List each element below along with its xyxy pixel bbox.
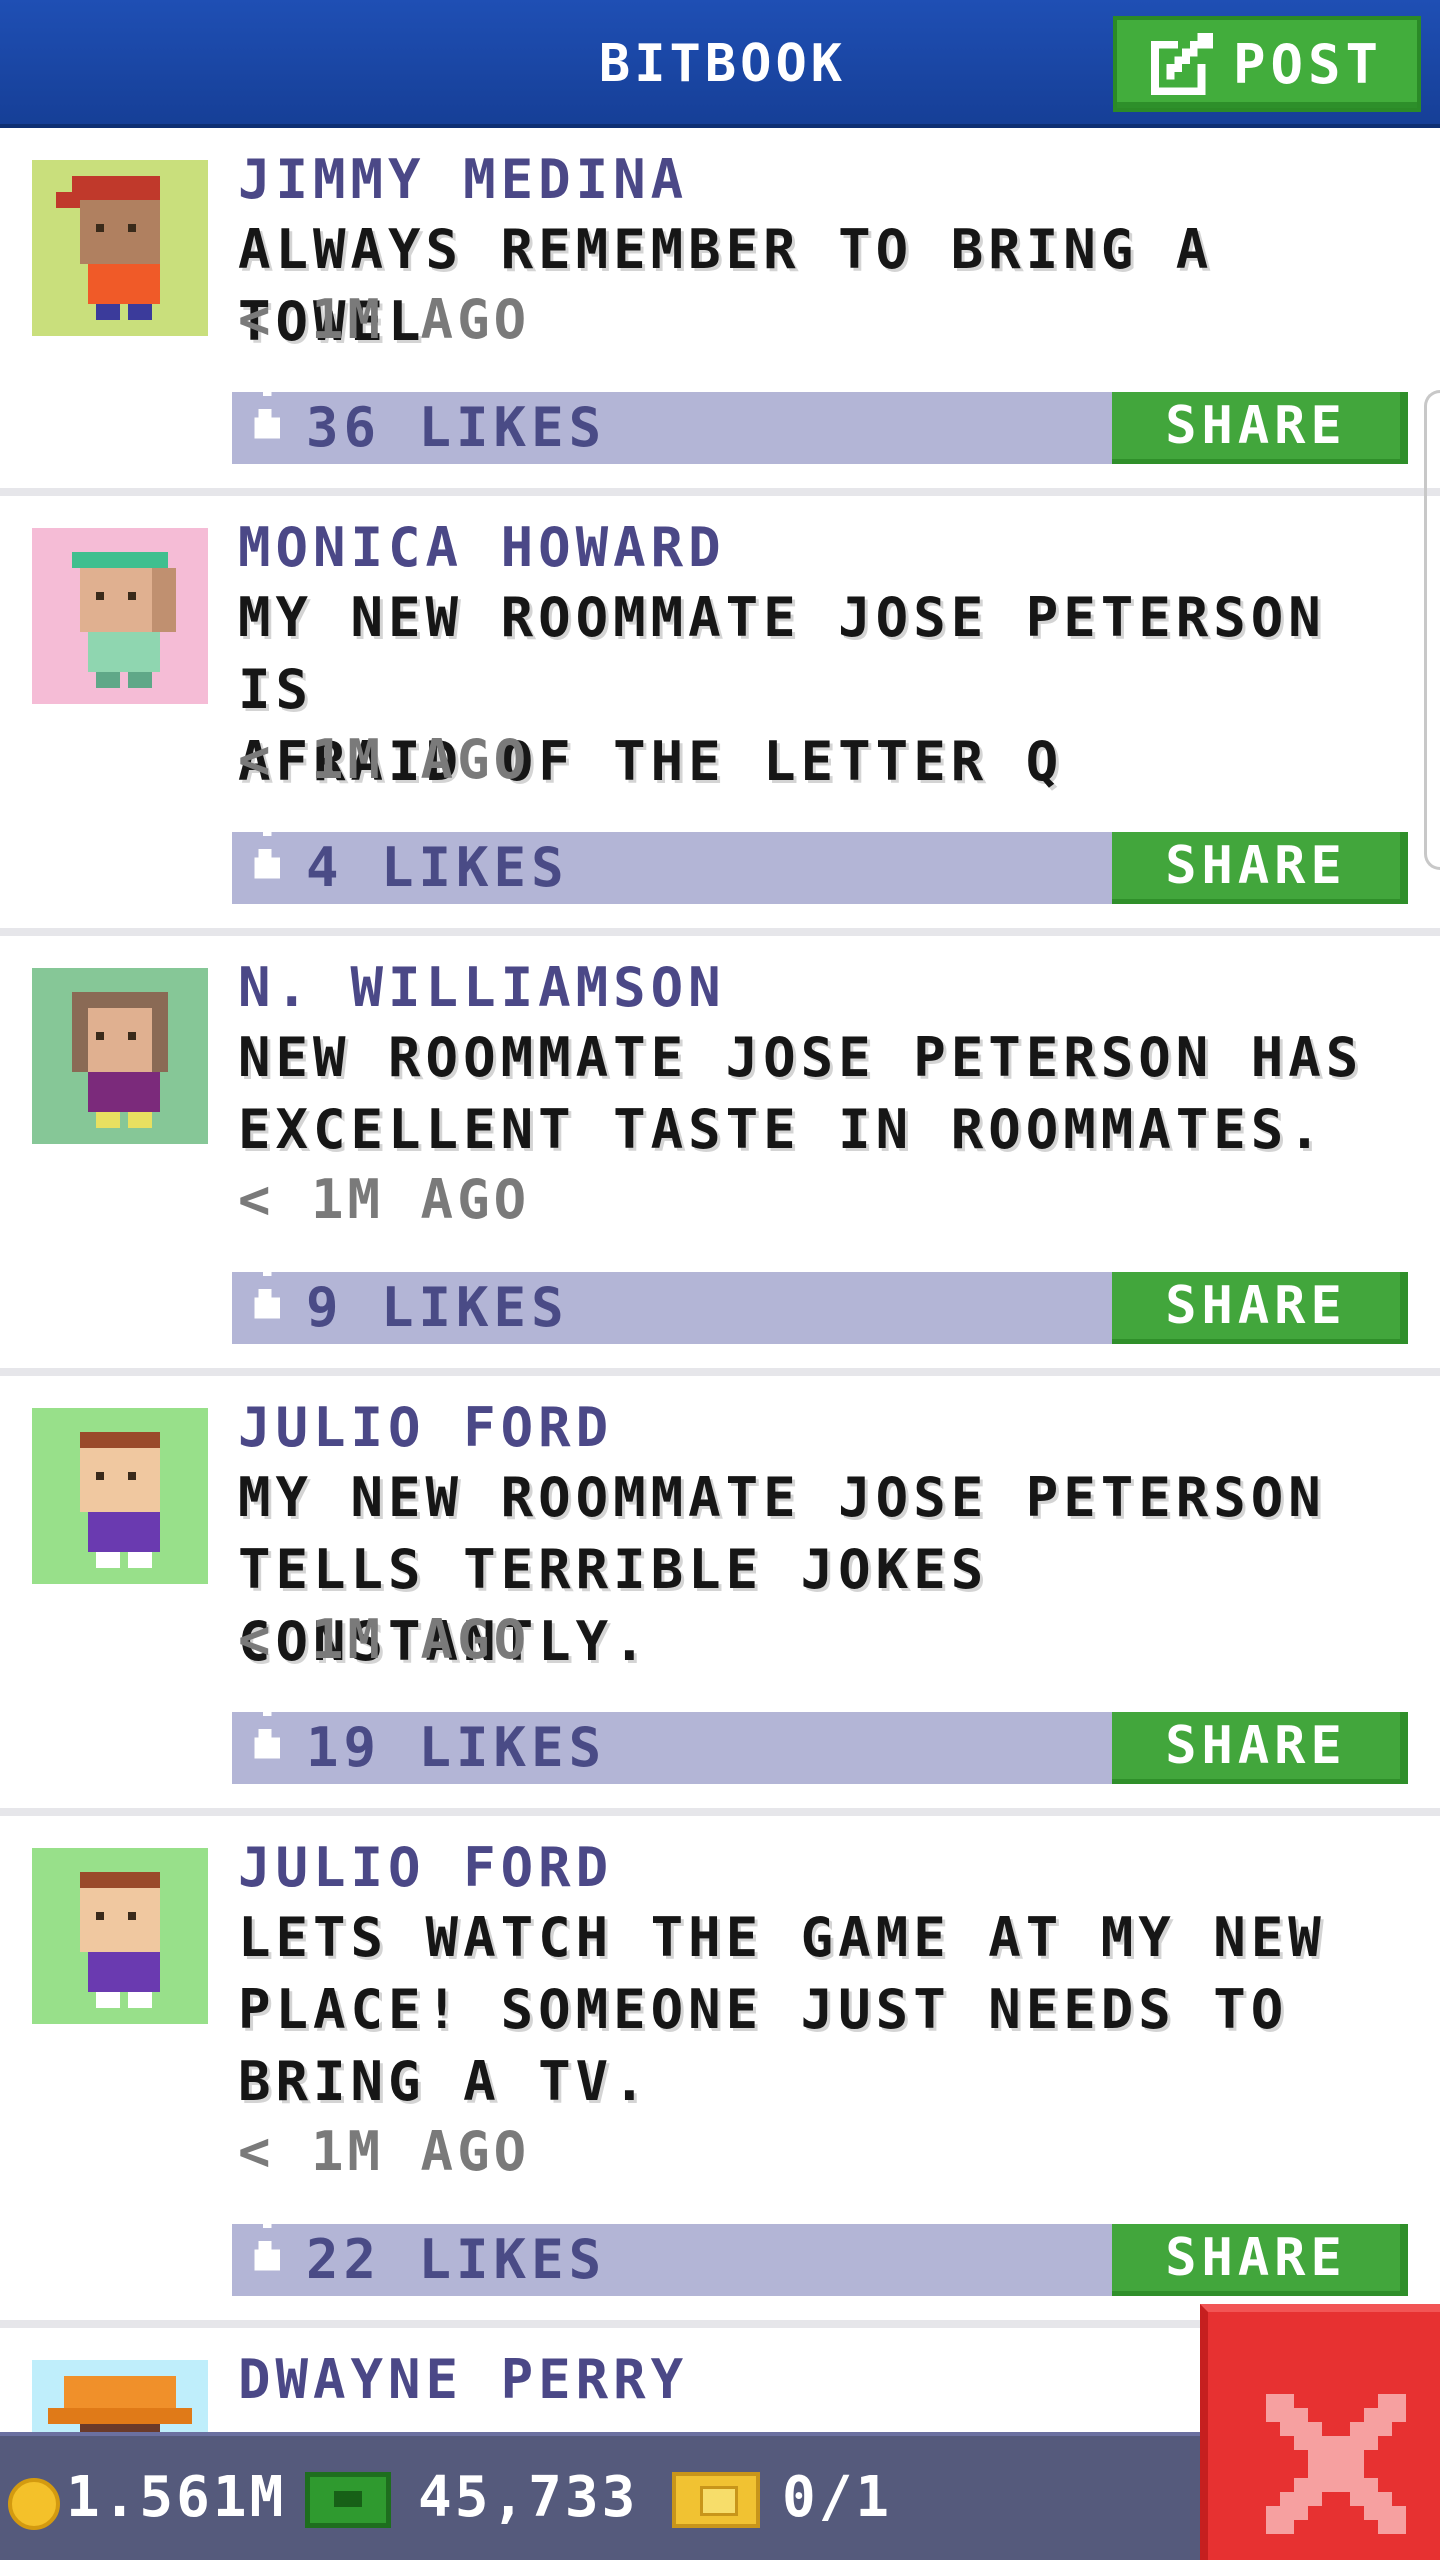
avatar-image	[32, 2360, 208, 2432]
avatar-image	[32, 1408, 208, 1584]
tickets-count: 0/1	[782, 2465, 893, 2530]
avatar-image	[32, 528, 208, 704]
avatar[interactable]	[32, 1848, 208, 2024]
post-button[interactable]: POST	[1113, 16, 1421, 112]
feed-post: JULIO FORD MY NEW ROOMMATE JOSE PETERSON…	[0, 1376, 1440, 1808]
thumbs-up-icon	[254, 379, 280, 439]
post-message-line: BRING A TV.	[238, 2050, 651, 2113]
likes-bar: 22 LIKES SHARE	[232, 2211, 1408, 2296]
post-message-line: LETS WATCH THE GAME AT MY NEW	[238, 1906, 1326, 1969]
likes-count: 9 LIKES	[306, 1276, 569, 1339]
thumbs-up-icon	[254, 1259, 280, 1319]
post-message: LETS WATCH THE GAME AT MY NEW PLACE! SOM…	[238, 1902, 1428, 2118]
thumbs-up-icon	[254, 819, 280, 879]
likes-bar: 19 LIKES SHARE	[232, 1699, 1408, 1784]
likes-count: 22 LIKES	[306, 2228, 607, 2291]
post-timestamp: < 1M AGO	[238, 1608, 531, 1671]
share-button[interactable]: SHARE	[1112, 832, 1408, 904]
avatar[interactable]	[32, 1408, 208, 1584]
likes-count: 36 LIKES	[306, 396, 607, 459]
scroll-indicator[interactable]	[1424, 390, 1440, 870]
poster-name[interactable]: JULIO FORD	[238, 1396, 613, 1459]
avatar[interactable]	[32, 528, 208, 704]
coin-icon	[8, 2478, 60, 2530]
currency-bar: 1.561M 45,733 0/1	[0, 2432, 1200, 2560]
share-button[interactable]: SHARE	[1112, 392, 1408, 464]
share-button[interactable]: SHARE	[1112, 1272, 1408, 1344]
post-divider	[0, 928, 1440, 936]
post-button-label: POST	[1233, 32, 1384, 96]
ticket-icon	[672, 2472, 760, 2528]
close-button[interactable]	[1200, 2304, 1440, 2560]
post-message-line: PLACE! SOMEONE JUST NEEDS TO	[238, 1978, 1289, 2041]
post-timestamp: < 1M AGO	[238, 2120, 531, 2183]
post-timestamp: < 1M AGO	[238, 1168, 531, 1231]
thumbs-up-icon	[254, 2211, 280, 2271]
share-button[interactable]: SHARE	[1112, 1712, 1408, 1784]
close-x-icon	[1266, 2394, 1406, 2534]
post-message-line: NEW ROOMMATE JOSE PETERSON HAS	[238, 1026, 1364, 1089]
pencil-icon	[1151, 33, 1213, 95]
feed-post: MONICA HOWARD MY NEW ROOMMATE JOSE PETER…	[0, 496, 1440, 928]
poster-name[interactable]: JIMMY MEDINA	[238, 148, 688, 211]
avatar[interactable]	[32, 160, 208, 336]
avatar-image	[32, 1848, 208, 2024]
post-divider	[0, 488, 1440, 496]
feed-post: N. WILLIAMSON NEW ROOMMATE JOSE PETERSON…	[0, 936, 1440, 1368]
post-message-line: MY NEW ROOMMATE JOSE PETERSON IS	[238, 586, 1326, 721]
likes-count: 4 LIKES	[306, 836, 569, 899]
thumbs-up-icon	[254, 1699, 280, 1759]
cash-icon	[305, 2472, 391, 2528]
poster-name[interactable]: DWAYNE PERRY	[238, 2348, 688, 2411]
avatar[interactable]	[32, 968, 208, 1144]
likes-bar: 4 LIKES SHARE	[232, 819, 1408, 904]
post-timestamp: < 1M AGO	[238, 288, 531, 351]
likes-count: 19 LIKES	[306, 1716, 607, 1779]
avatar-image	[32, 968, 208, 1144]
feed-post: JIMMY MEDINA ALWAYS REMEMBER TO BRING A …	[0, 128, 1440, 488]
likes-bar: 36 LIKES SHARE	[232, 379, 1408, 464]
bux-count: 45,733	[418, 2465, 639, 2530]
post-message-line: MY NEW ROOMMATE JOSE PETERSON	[238, 1466, 1326, 1529]
poster-name[interactable]: JULIO FORD	[238, 1836, 613, 1899]
post-divider	[0, 1368, 1440, 1376]
post-message-line: EXCELLENT TASTE IN ROOMMATES.	[238, 1098, 1326, 1161]
poster-name[interactable]: MONICA HOWARD	[238, 516, 726, 579]
app-header: BITBOOK POST	[0, 0, 1440, 128]
avatar[interactable]	[32, 2360, 208, 2432]
post-divider	[0, 1808, 1440, 1816]
post-timestamp: < 1M AGO	[238, 728, 531, 791]
post-message: NEW ROOMMATE JOSE PETERSON HAS EXCELLENT…	[238, 1022, 1428, 1166]
poster-name[interactable]: N. WILLIAMSON	[238, 956, 726, 1019]
feed-post: JULIO FORD LETS WATCH THE GAME AT MY NEW…	[0, 1816, 1440, 2320]
likes-bar: 9 LIKES SHARE	[232, 1259, 1408, 1344]
coins-count: 1.561M	[66, 2465, 287, 2530]
share-button[interactable]: SHARE	[1112, 2224, 1408, 2296]
avatar-image	[32, 160, 208, 336]
